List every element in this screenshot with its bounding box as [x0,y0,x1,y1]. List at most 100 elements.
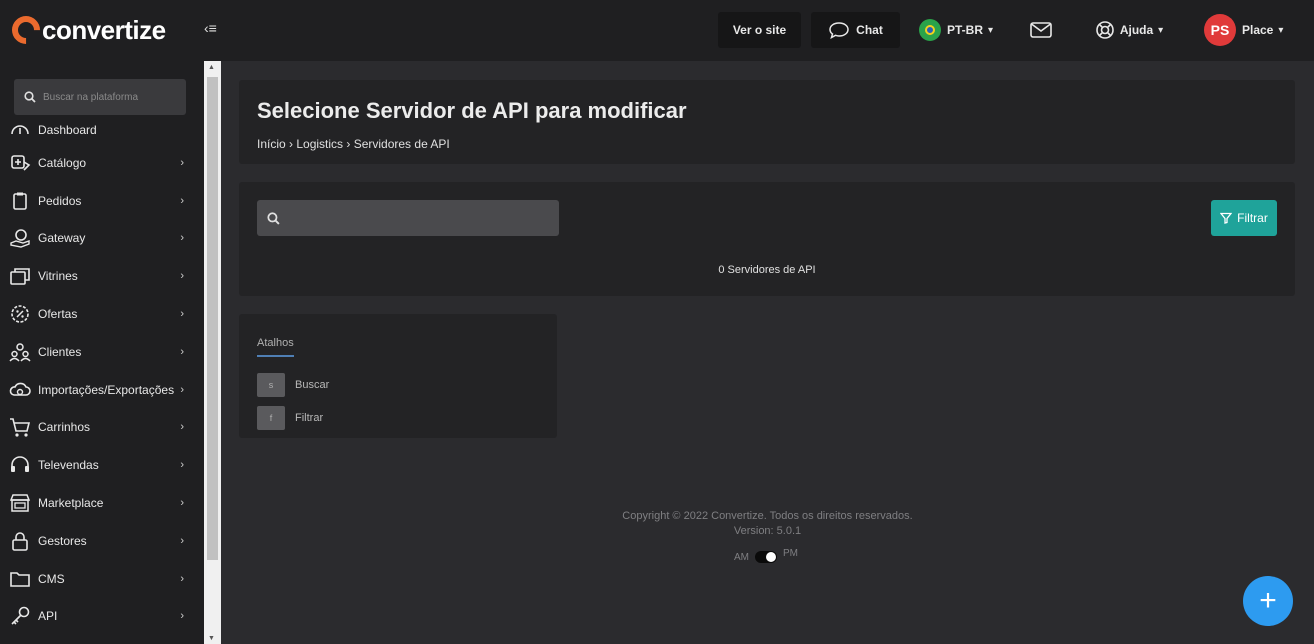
language-label: PT-BR [946,23,983,37]
page-title: Selecione Servidor de API para modificar [257,98,687,123]
chevron-down-icon: ▾ [1278,24,1284,36]
chat-label: Chat [856,23,883,37]
chevron-right-icon: › [180,308,184,321]
search-icon [24,91,36,103]
results-panel: Filtrar 0 Servidores de API [239,182,1295,296]
shortcuts-title: Atalhos [257,337,294,357]
list-search-input[interactable] [286,210,556,226]
lock-icon [9,530,31,552]
brand-logo[interactable]: convertize [6,10,166,50]
folder-icon [9,568,31,590]
chat-bubble-icon [829,22,849,39]
headset-icon [9,454,31,476]
sidebar-collapse-icon[interactable]: ‹≡ [204,20,217,36]
sidebar-item-label: Pedidos [38,193,82,208]
top-bar: convertize ‹≡ Ver o site Chat PT-BR ▾ Aj… [0,0,1314,61]
sidebar-item-marketplace[interactable]: Marketplace › [0,484,204,522]
shortcut-label: Buscar [295,379,330,391]
list-search-box[interactable] [257,200,559,236]
sidebar-item-gestores[interactable]: Gestores › [0,522,204,560]
store-icon [9,492,31,514]
sidebar-item-label: Gestores [38,533,87,548]
sidebar-item-label: Vitrines [38,269,78,284]
sidebar-item-clientes[interactable]: Clientes › [0,333,204,371]
version-text: Version: 5.0.1 [733,525,802,537]
language-selector[interactable]: PT-BR ▾ [918,12,994,48]
sidebar-item-importacoes-exportacoes[interactable]: Importações/Exportações › [0,371,204,409]
chevron-right-icon: › [180,610,184,623]
discount-badge-icon [9,303,31,325]
sidebar-item-dashboard[interactable]: Dashboard [0,115,204,144]
messages-button[interactable] [1026,12,1056,48]
scrollbar-thumb[interactable] [207,77,218,560]
cart-icon [9,416,31,438]
platform-search[interactable] [14,79,186,115]
clipboard-icon [9,190,31,212]
sidebar-item-label: API [38,609,58,624]
users-icon [9,341,31,363]
shortcut-key: f [257,406,285,430]
sidebar-item-label: Televendas [38,458,99,473]
cloud-sync-icon [9,379,31,401]
sidebar-item-pedidos[interactable]: Pedidos › [0,182,204,220]
envelope-icon [1030,22,1052,38]
sidebar-item-label: Dashboard [38,122,97,137]
chevron-right-icon: › [180,534,184,547]
sidebar-item-cms[interactable]: CMS › [0,560,204,598]
sidebar-scrollbar[interactable]: ▲ ▼ [204,61,221,644]
user-name: Place [1242,23,1274,37]
help-menu[interactable]: Ajuda ▾ [1093,12,1165,48]
add-button[interactable]: + [1243,576,1293,626]
funnel-icon [1220,212,1233,224]
am-label: AM [734,551,749,563]
sidebar-item-label: CMS [38,571,65,586]
breadcrumb[interactable]: Início › Logistics › Servidores de API [257,137,1277,151]
brazil-flag-icon [918,19,941,41]
lifebuoy-icon [1096,21,1114,39]
chevron-right-icon: › [180,383,184,396]
coin-hand-icon [9,227,31,249]
chevron-right-icon: › [180,194,184,207]
scroll-down-icon[interactable]: ▼ [208,635,215,642]
copyright-text: Copyright © 2022 Convertize. Todos os di… [622,510,913,522]
sidebar-item-catalogo[interactable]: Catálogo › [0,144,204,182]
am-pm-switch[interactable] [755,551,777,563]
filter-label: Filtrar [1237,211,1268,225]
chevron-right-icon: › [180,270,184,283]
speedometer-icon [9,119,31,141]
chevron-right-icon: › [180,572,184,585]
sidebar-item-label: Clientes [38,344,82,359]
chevron-down-icon: ▾ [987,24,994,36]
chevron-right-icon: › [180,421,184,434]
user-menu[interactable]: PS Place ▾ [1204,12,1288,48]
result-count: 0 Servidores de API [718,264,816,276]
shortcut-key: s [257,373,285,397]
sidebar-item-ofertas[interactable]: Ofertas › [0,295,204,333]
shortcut-item: f Filtrar [257,406,539,430]
chevron-right-icon: › [180,497,184,510]
sidebar-item-label: Catálogo [38,155,87,170]
sidebar-item-carrinhos[interactable]: Carrinhos › [0,409,204,447]
sidebar-item-vitrines[interactable]: Vitrines › [0,257,204,295]
chevron-right-icon: › [180,345,184,358]
chevron-right-icon: › [180,232,184,245]
shortcut-item: s Buscar [257,373,539,397]
sidebar-item-gateway[interactable]: Gateway › [0,220,204,258]
chevron-down-icon: ▾ [1158,24,1164,36]
platform-search-input[interactable] [43,91,178,103]
sidebar-item-label: Marketplace [38,496,104,511]
catalog-icon [9,152,31,174]
logo-mark-icon [6,10,46,50]
sidebar-item-televendas[interactable]: Televendas › [0,446,204,484]
shortcuts-panel: Atalhos s Buscar f Filtrar [239,314,557,438]
view-site-button[interactable]: Ver o site [718,12,801,48]
chevron-right-icon: › [180,156,184,169]
help-label: Ajuda [1119,23,1154,37]
sidebar-item-api[interactable]: API › [0,598,204,636]
brand-name: convertize [42,14,166,45]
chat-button[interactable]: Chat [811,12,900,48]
footer: Copyright © 2022 Convertize. Todos os di… [221,509,1314,539]
windows-icon [9,265,31,287]
scroll-up-icon[interactable]: ▲ [208,64,215,71]
filter-button[interactable]: Filtrar [1211,200,1277,236]
